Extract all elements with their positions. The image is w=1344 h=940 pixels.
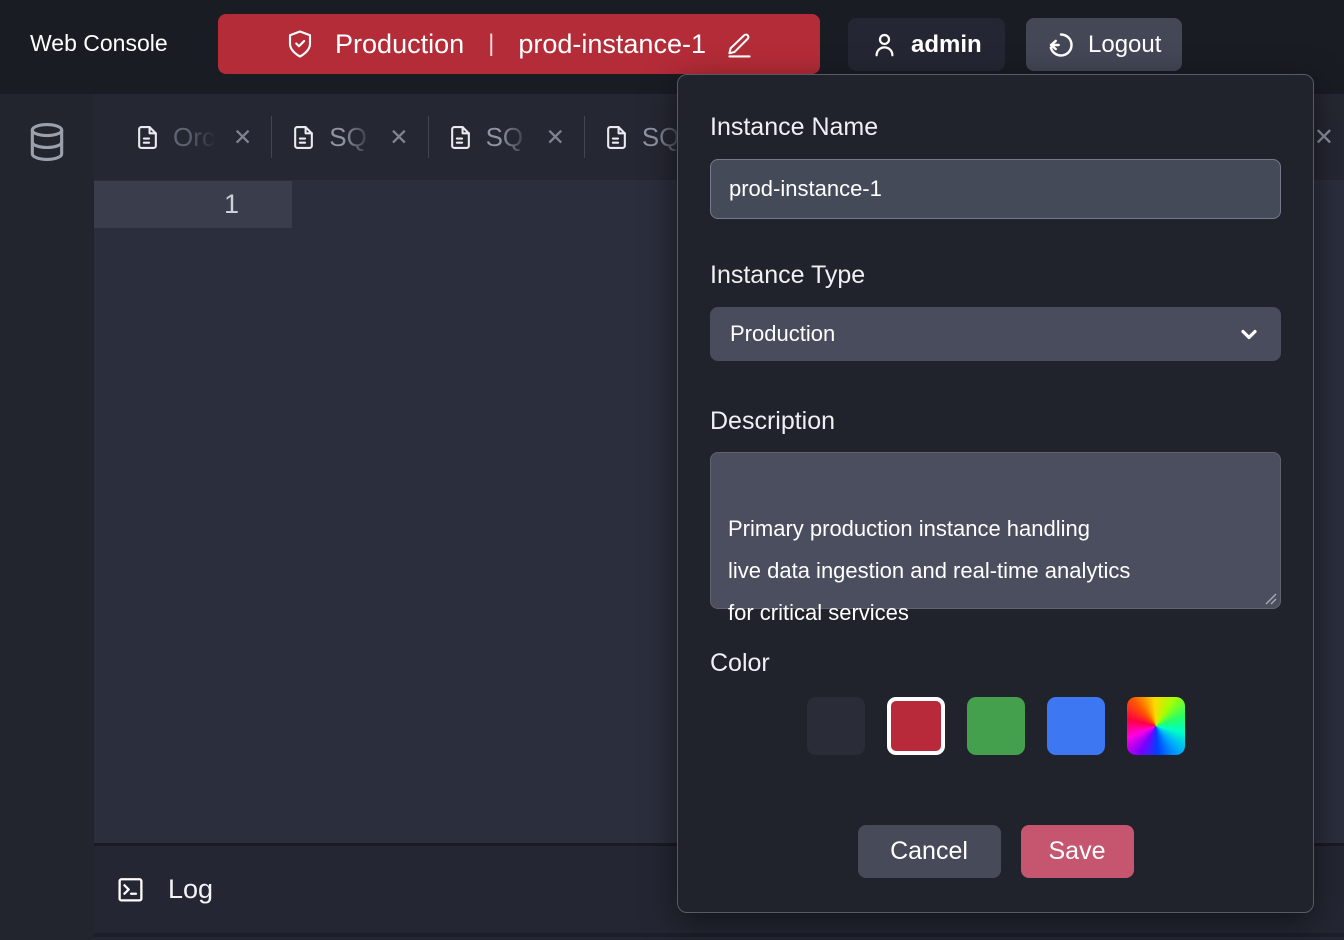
- line-number: 1: [224, 189, 239, 219]
- rainbow-swatch[interactable]: [1127, 697, 1185, 755]
- tab-label: Orc: [173, 122, 220, 153]
- file-icon: [291, 123, 316, 152]
- save-button[interactable]: Save: [1021, 825, 1134, 878]
- terminal-icon: [116, 875, 145, 904]
- editor-tab-2[interactable]: SQ ✕: [272, 122, 427, 153]
- tab-close-icon[interactable]: ✕: [546, 126, 565, 149]
- description-textarea[interactable]: Primary production instance handling liv…: [710, 452, 1281, 609]
- blue-swatch[interactable]: [1047, 697, 1105, 755]
- description-label: Description: [710, 407, 1281, 435]
- instance-type-label: Instance Type: [710, 261, 1281, 289]
- color-swatch-row: [710, 697, 1281, 755]
- editor-tab-1[interactable]: Orc ✕: [116, 122, 271, 153]
- logout-icon: [1047, 31, 1075, 59]
- popover-actions: Cancel Save: [710, 825, 1281, 878]
- instance-type-value: Production: [730, 321, 835, 347]
- file-icon: [448, 123, 473, 152]
- shield-check-icon: [285, 28, 315, 60]
- chevron-down-icon: [1237, 322, 1261, 346]
- instance-name-input[interactable]: [710, 159, 1281, 219]
- logout-label: Logout: [1088, 31, 1161, 59]
- database-icon: [25, 118, 69, 166]
- tab-label: SQ: [486, 122, 533, 153]
- green-swatch[interactable]: [967, 697, 1025, 755]
- bottom-panel-edge: [94, 933, 1344, 940]
- resize-handle-icon[interactable]: [1264, 592, 1277, 605]
- red-swatch[interactable]: [887, 697, 945, 755]
- tab-close-icon[interactable]: ✕: [389, 126, 408, 149]
- user-chip[interactable]: admin: [848, 18, 1005, 71]
- instance-settings-popover: Instance Name Instance Type Production D…: [677, 74, 1314, 913]
- tab-close-edge-icon[interactable]: ✕: [1314, 123, 1334, 152]
- environment-badge[interactable]: Production | prod-instance-1: [218, 14, 820, 74]
- log-label: Log: [168, 874, 213, 905]
- instance-type-select[interactable]: Production: [710, 307, 1281, 361]
- default-dark-swatch[interactable]: [807, 697, 865, 755]
- user-name: admin: [911, 31, 982, 59]
- user-icon: [871, 30, 898, 59]
- file-icon: [135, 123, 160, 152]
- active-line-gutter: 1: [94, 181, 292, 228]
- file-icon: [604, 123, 629, 152]
- environment-label: Production: [335, 29, 464, 60]
- instance-name-text: prod-instance-1: [518, 29, 706, 60]
- badge-separator: |: [484, 30, 498, 58]
- logout-button[interactable]: Logout: [1026, 18, 1182, 71]
- database-nav-button[interactable]: [25, 118, 69, 166]
- color-label: Color: [710, 649, 1281, 677]
- app-title: Web Console: [30, 30, 168, 57]
- tab-close-icon[interactable]: ✕: [233, 126, 252, 149]
- editor-tab-3[interactable]: SQ ✕: [429, 122, 584, 153]
- edit-pencil-icon[interactable]: [726, 31, 753, 58]
- sidebar: [0, 94, 94, 940]
- instance-name-label: Instance Name: [710, 113, 1281, 141]
- description-value: Primary production instance handling liv…: [728, 516, 1130, 625]
- tab-label: SQ: [329, 122, 376, 153]
- cancel-button[interactable]: Cancel: [858, 825, 1001, 878]
